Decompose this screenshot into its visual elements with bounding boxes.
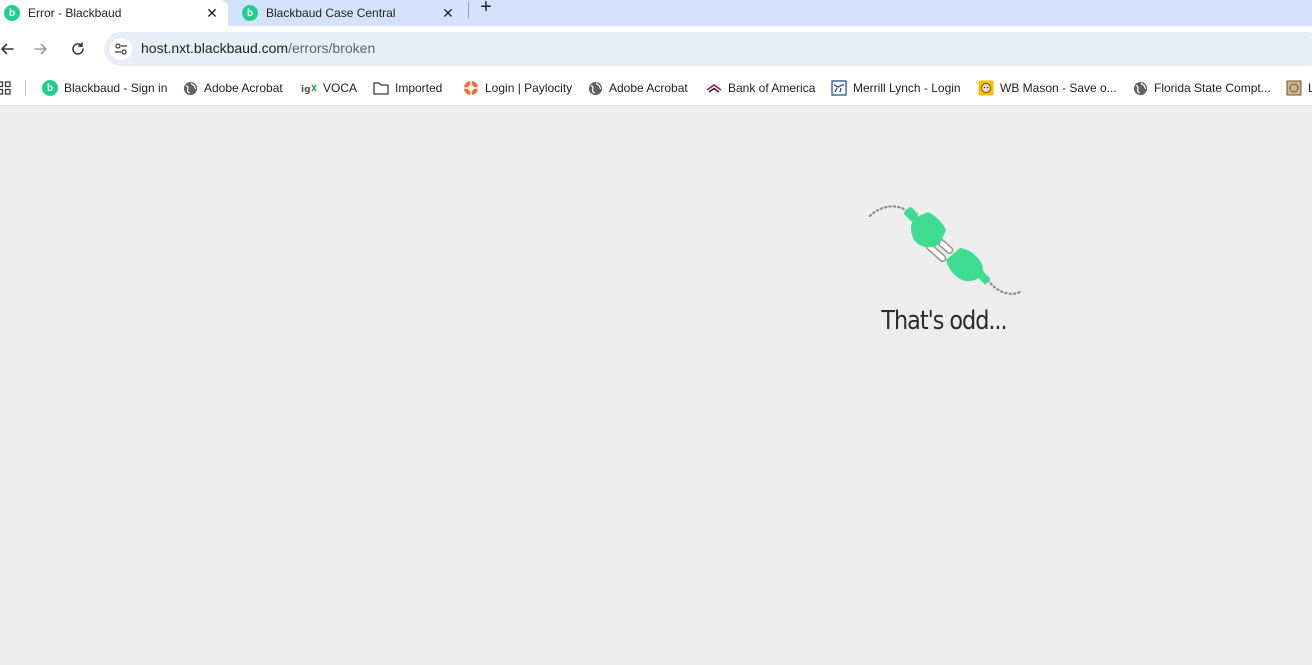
close-icon[interactable]: ✕ <box>440 5 456 21</box>
forward-button[interactable] <box>30 38 52 60</box>
bookmark-voca[interactable]: ig VOCA <box>301 78 357 98</box>
bookmark-adobe-acrobat-2[interactable]: Adobe Acrobat <box>587 78 688 98</box>
url-host: host.nxt.blackbaud.com <box>141 40 289 56</box>
close-icon[interactable]: ✕ <box>204 5 220 21</box>
reload-icon <box>72 42 84 55</box>
igx-logo-icon: ig <box>301 80 317 96</box>
svg-text:ig: ig <box>301 85 311 94</box>
bookmark-label: Florida State Compt... <box>1154 81 1271 95</box>
tab-strip: b Error - Blackbaud ✕ b Blackbaud Case C… <box>0 0 1312 26</box>
bookmarks-divider <box>25 80 26 96</box>
back-arrow-icon <box>1 43 14 55</box>
seal-logo-icon <box>1286 80 1302 96</box>
page-content: That's odd... <box>0 106 1312 665</box>
address-bar[interactable]: host.nxt.blackbaud.com/errors/broken <box>104 32 1312 66</box>
tab-title: Blackbaud Case Central <box>266 6 396 20</box>
bookmark-merrill-lynch[interactable]: Merrill Lynch - Login <box>831 78 961 98</box>
bookmark-label: Adobe Acrobat <box>204 81 283 95</box>
folder-icon <box>373 80 389 96</box>
bookmark-paylocity[interactable]: Login | Paylocity <box>463 78 572 98</box>
blackbaud-favicon-icon: b <box>4 5 20 21</box>
bookmark-bank-of-america[interactable]: Bank of America <box>706 78 815 98</box>
bookmark-adobe-acrobat[interactable]: Adobe Acrobat <box>182 78 283 98</box>
forward-arrow-icon <box>34 43 47 55</box>
paylocity-logo-icon <box>463 80 479 96</box>
bookmark-label: Blackbaud - Sign in <box>64 81 168 95</box>
url-path: /errors/broken <box>288 40 376 56</box>
blackbaud-logo-icon: b <box>42 80 58 96</box>
bookmark-blackbaud-sign-in[interactable]: b Blackbaud - Sign in <box>42 78 167 98</box>
reload-button[interactable] <box>67 38 89 60</box>
bookmark-label: Login | Paylocity <box>485 81 573 95</box>
globe-icon <box>182 80 198 96</box>
bookmark-label: Adobe Acrobat <box>609 81 688 95</box>
blackbaud-favicon-icon: b <box>242 5 258 21</box>
bookmark-florida-state-comptroller[interactable]: Florida State Compt... <box>1132 78 1271 98</box>
bookmark-label: Merrill Lynch - Login <box>853 81 961 95</box>
bank-of-america-logo-icon <box>706 80 722 96</box>
tab-blackbaud-case-central[interactable]: b Blackbaud Case Central ✕ <box>236 0 464 26</box>
globe-icon <box>587 80 603 96</box>
bookmark-overflow[interactable]: L <box>1286 78 1312 98</box>
unplugged-cord-icon <box>868 205 1022 295</box>
tab-divider <box>468 2 469 18</box>
bookmark-label: Bank of America <box>728 81 816 95</box>
error-message: That's odd... <box>881 306 1007 336</box>
merrill-bull-logo-icon <box>831 80 847 96</box>
new-tab-button[interactable]: + <box>476 0 496 17</box>
tab-title: Error - Blackbaud <box>28 6 122 20</box>
blackbaud-logo-glyph: b <box>42 80 58 96</box>
url-text[interactable]: host.nxt.blackbaud.com/errors/broken <box>141 40 375 56</box>
bookmark-label: WB Mason - Save o... <box>1000 81 1117 95</box>
bookmarks-bar: b Blackbaud - Sign in Adobe Acrobat ig V… <box>0 72 1312 106</box>
site-info-button[interactable] <box>110 38 132 60</box>
bookmark-label: VOCA <box>323 81 358 95</box>
tab-error-blackbaud[interactable]: b Error - Blackbaud ✕ <box>0 0 228 26</box>
tune-icon <box>115 43 127 55</box>
bookmark-label: L <box>1308 81 1312 95</box>
bookmark-wb-mason[interactable]: WB Mason - Save o... <box>978 78 1117 98</box>
bookmark-label: Imported <box>395 81 443 95</box>
apps-grid-icon[interactable] <box>0 80 12 96</box>
browser-toolbar: host.nxt.blackbaud.com/errors/broken <box>0 26 1312 72</box>
back-button[interactable] <box>0 38 18 60</box>
wb-mason-logo-icon <box>978 80 994 96</box>
bookmark-folder-imported[interactable]: Imported <box>373 78 442 98</box>
globe-icon <box>1132 80 1148 96</box>
